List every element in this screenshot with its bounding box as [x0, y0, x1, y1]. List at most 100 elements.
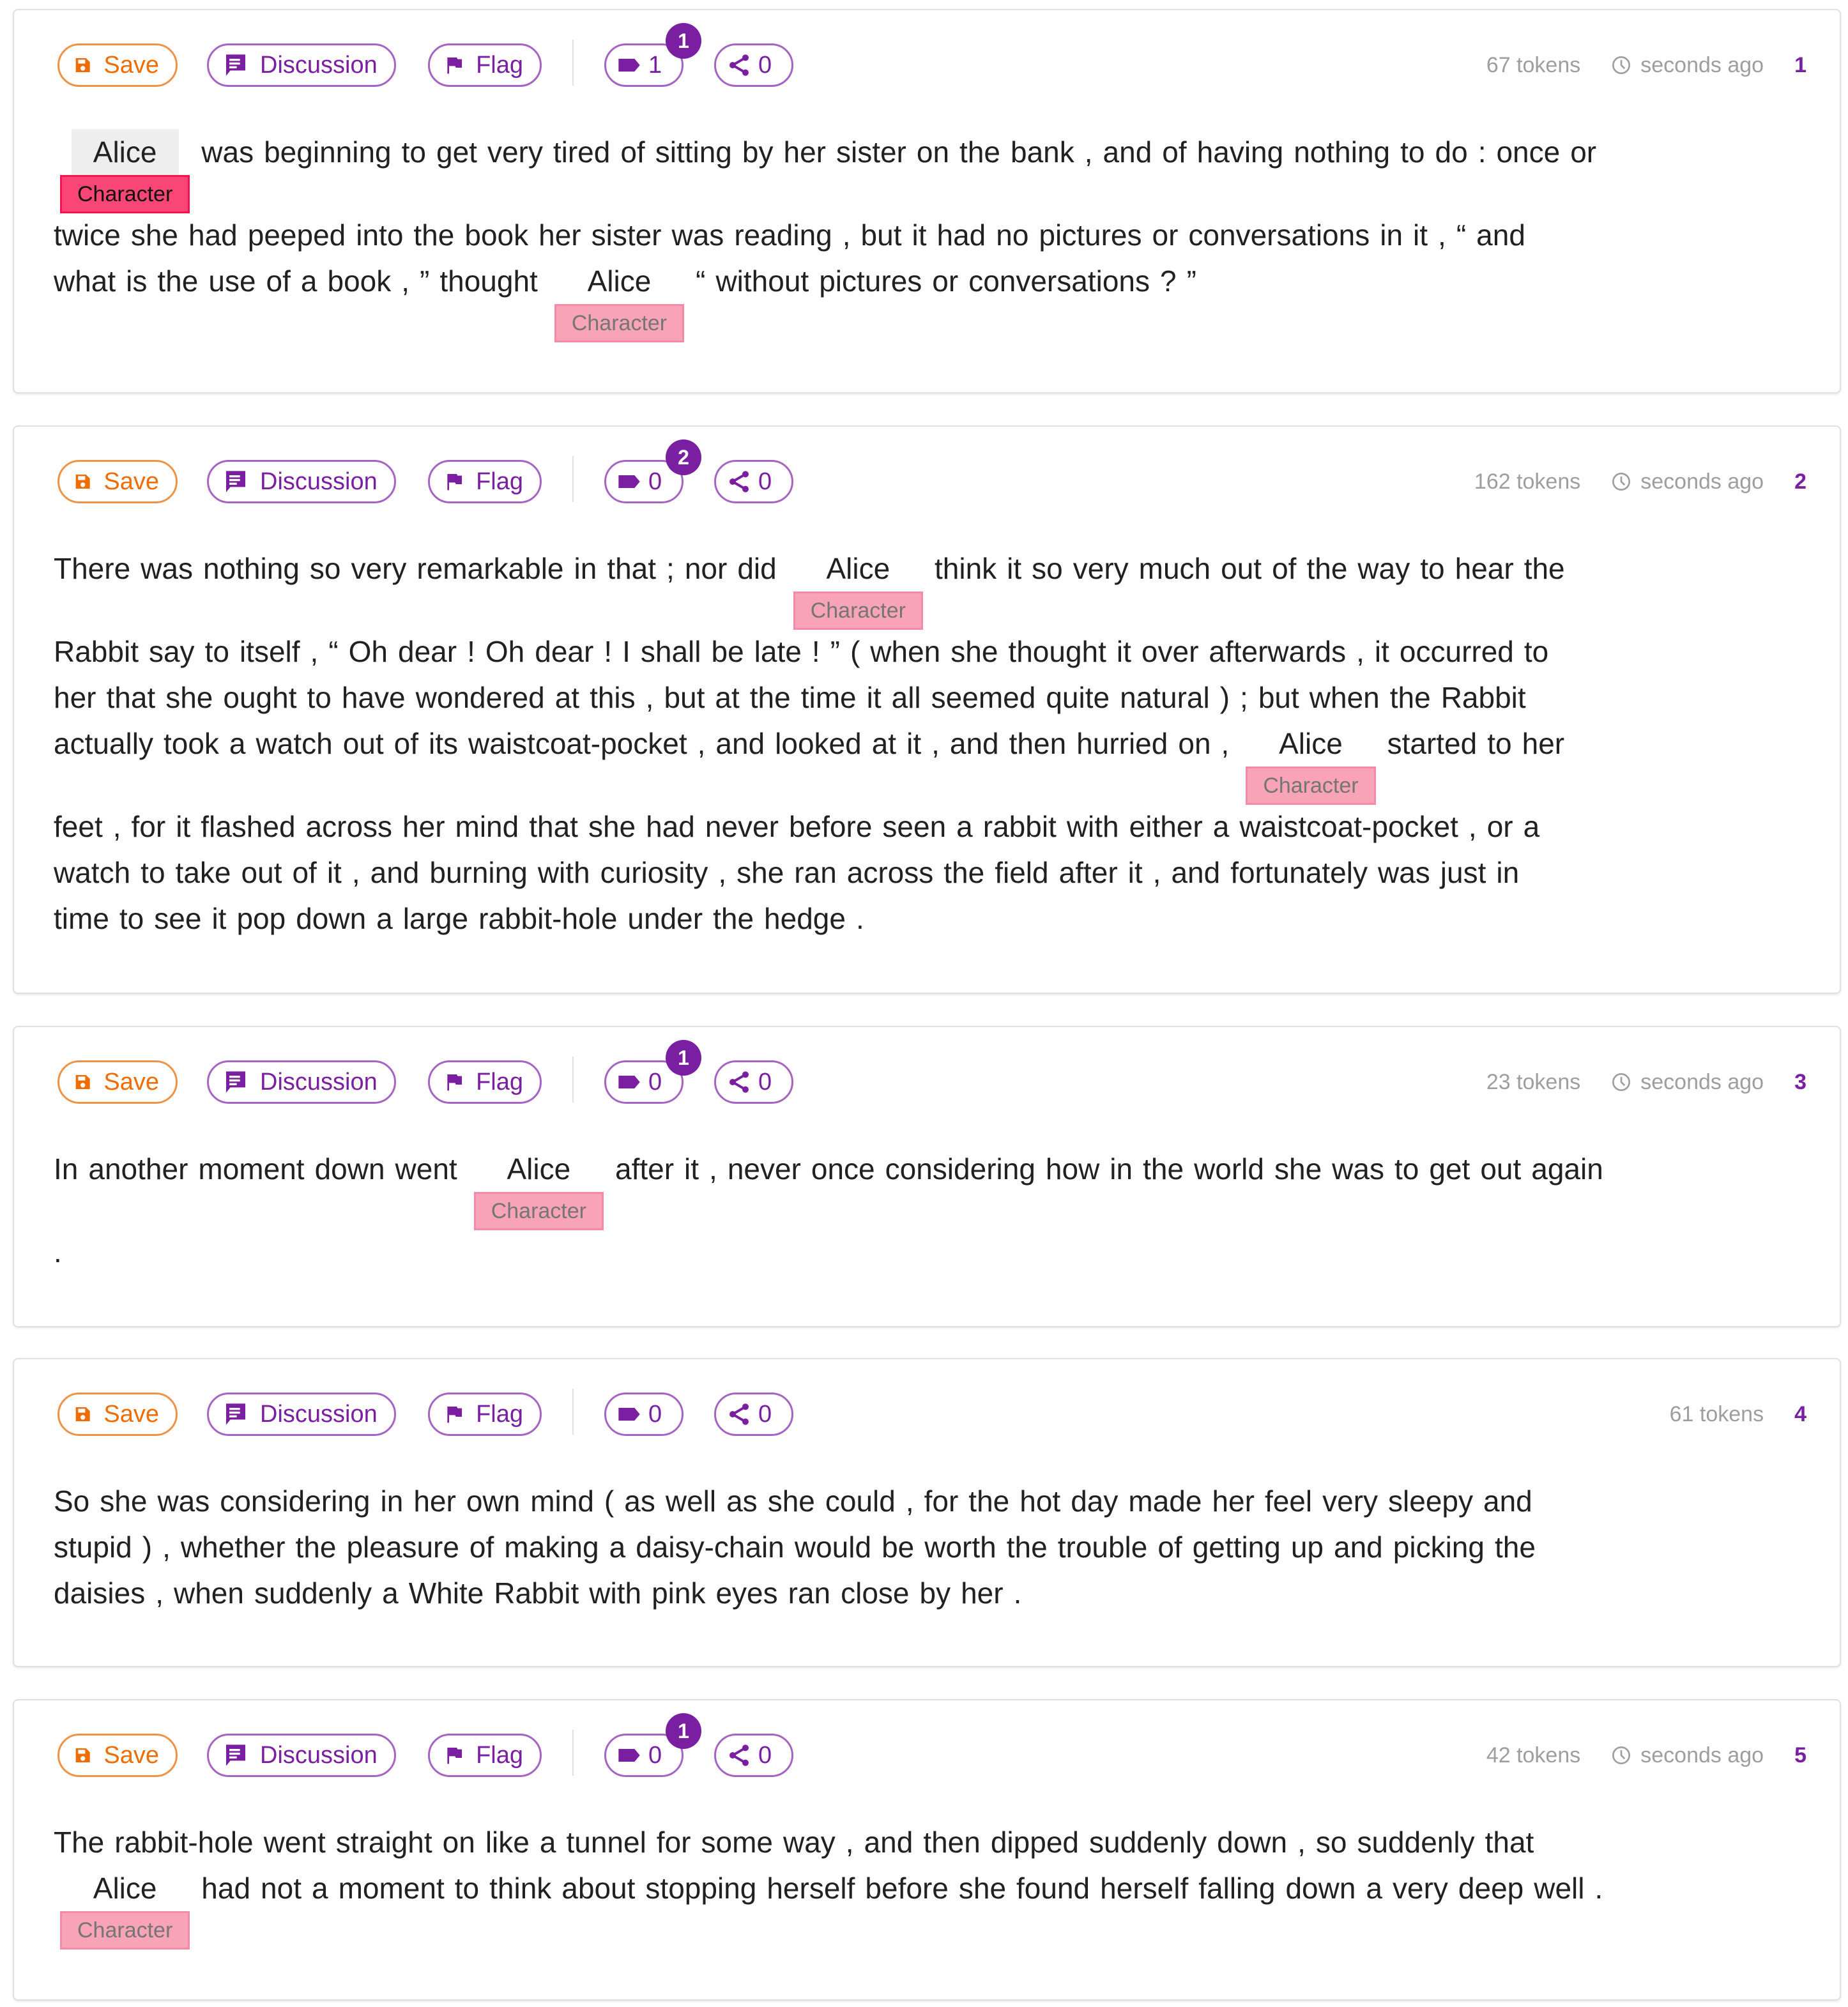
token[interactable]: In — [54, 1146, 78, 1192]
token[interactable]: I — [622, 629, 630, 675]
token[interactable]: rabbit-hole — [114, 1819, 253, 1865]
token[interactable]: its — [429, 721, 458, 767]
token[interactable]: it — [1117, 629, 1131, 675]
token[interactable]: went — [264, 1819, 326, 1865]
token[interactable]: with — [538, 850, 590, 896]
token[interactable]: field — [995, 850, 1048, 896]
token[interactable]: about — [561, 1865, 635, 1911]
token[interactable]: have — [342, 675, 406, 721]
token[interactable]: pleasure — [346, 1524, 459, 1570]
token[interactable]: ran — [788, 1570, 830, 1616]
token[interactable]: day — [1071, 1478, 1118, 1524]
token[interactable]: think — [489, 1865, 551, 1911]
token[interactable]: There — [54, 546, 130, 591]
token[interactable]: itself — [240, 629, 300, 675]
token[interactable]: no — [996, 212, 1028, 258]
token[interactable]: moment — [339, 1865, 445, 1911]
token[interactable]: bank — [1011, 129, 1074, 175]
token[interactable]: her — [413, 1478, 455, 1524]
token[interactable]: curiosity — [600, 850, 708, 896]
token[interactable]: it — [684, 1146, 699, 1192]
token[interactable]: without — [715, 258, 809, 304]
token[interactable]: her — [538, 212, 581, 258]
token[interactable]: she — [1274, 1146, 1322, 1192]
token[interactable]: whether — [181, 1524, 286, 1570]
token[interactable]: as — [726, 1478, 758, 1524]
token[interactable]: the — [750, 675, 791, 721]
token[interactable]: time — [54, 896, 109, 942]
token[interactable]: over — [1142, 629, 1198, 675]
token[interactable]: “ — [328, 629, 338, 675]
token[interactable]: , — [906, 1478, 914, 1524]
token[interactable]: suddenly — [254, 1570, 372, 1616]
token[interactable]: made — [1128, 1478, 1202, 1524]
token[interactable]: by — [742, 129, 774, 175]
token[interactable]: but — [1258, 675, 1299, 721]
token[interactable]: getting — [1193, 1524, 1281, 1570]
save-button[interactable]: Save — [57, 1060, 178, 1104]
token[interactable]: beginning — [264, 129, 392, 175]
token[interactable]: ” — [1187, 258, 1196, 304]
token[interactable]: deep — [1458, 1865, 1523, 1911]
token[interactable]: the — [713, 896, 754, 942]
token[interactable]: to — [1524, 629, 1548, 675]
token[interactable]: was — [1378, 850, 1430, 896]
token[interactable]: so — [1316, 1819, 1347, 1865]
token[interactable]: on — [443, 1819, 475, 1865]
token[interactable]: not — [261, 1865, 302, 1911]
token[interactable]: had — [937, 212, 986, 258]
token[interactable]: or — [932, 258, 958, 304]
token[interactable]: to — [141, 850, 165, 896]
token[interactable]: to — [307, 675, 332, 721]
token[interactable]: large — [403, 896, 468, 942]
token[interactable]: a — [229, 721, 246, 767]
token[interactable]: a — [312, 1865, 328, 1911]
token[interactable]: it — [1007, 546, 1021, 591]
token[interactable]: think — [935, 546, 997, 591]
token[interactable]: did — [737, 546, 776, 591]
token[interactable]: making — [504, 1524, 599, 1570]
token[interactable]: very — [351, 546, 407, 591]
token[interactable]: ( — [604, 1478, 614, 1524]
token[interactable]: reading — [734, 212, 832, 258]
token[interactable]: and — [1103, 129, 1152, 175]
token[interactable]: to — [1400, 129, 1424, 175]
token[interactable]: looked — [775, 721, 862, 767]
token[interactable]: was — [672, 212, 724, 258]
token[interactable]: the — [1306, 546, 1347, 591]
token[interactable]: “ — [696, 258, 705, 304]
entity-label-character[interactable]: Character — [60, 175, 190, 213]
token[interactable]: was — [141, 546, 193, 591]
token[interactable]: be — [712, 629, 744, 675]
token[interactable]: could — [825, 1478, 896, 1524]
token[interactable]: considering — [885, 1146, 1035, 1192]
token[interactable]: So — [54, 1478, 89, 1524]
token[interactable]: herself — [767, 1865, 855, 1911]
entity-label-character[interactable]: Character — [473, 1192, 604, 1230]
token[interactable]: a — [956, 804, 973, 850]
token[interactable]: the — [959, 129, 1000, 175]
token[interactable]: was — [1332, 1146, 1384, 1192]
token[interactable]: watch — [256, 721, 333, 767]
token[interactable]: , — [931, 721, 940, 767]
token[interactable]: Rabbit — [1441, 675, 1526, 721]
token[interactable]: before — [789, 804, 872, 850]
token[interactable]: burning — [429, 850, 527, 896]
token[interactable]: dear — [535, 629, 593, 675]
token[interactable]: , — [1438, 212, 1446, 258]
token[interactable]: once — [811, 1146, 875, 1192]
token[interactable]: but — [664, 675, 705, 721]
discussion-button[interactable]: Discussion — [207, 460, 396, 503]
token[interactable]: the — [1390, 675, 1431, 721]
token[interactable]: very — [487, 129, 543, 175]
token[interactable]: rabbit-hole — [478, 896, 617, 942]
entity-text[interactable]: Alice — [566, 258, 673, 304]
token[interactable]: of — [1157, 1524, 1182, 1570]
token[interactable]: but — [861, 212, 902, 258]
token[interactable]: Rabbit — [54, 629, 139, 675]
token[interactable]: pop — [236, 896, 286, 942]
token[interactable]: book — [328, 258, 392, 304]
token[interactable]: at — [555, 675, 579, 721]
token[interactable]: fortunately — [1230, 850, 1368, 896]
token[interactable]: eyes — [715, 1570, 777, 1616]
